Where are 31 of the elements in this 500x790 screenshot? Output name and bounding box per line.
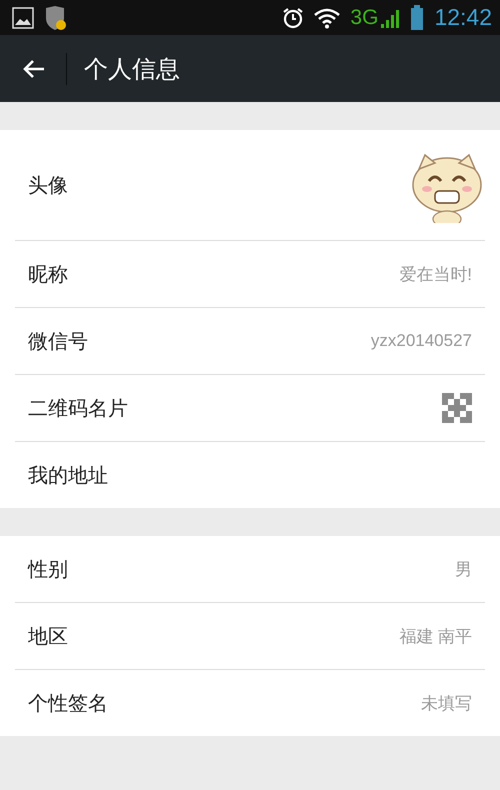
settings-row[interactable]: 头像 [15, 130, 485, 241]
row-label: 我的地址 [28, 462, 108, 488]
settings-row[interactable]: 我的地址 [15, 442, 485, 508]
settings-row[interactable]: 微信号 yzx20140527 [15, 308, 485, 375]
row-value: yzx20140527 [370, 331, 472, 351]
gallery-icon [12, 6, 34, 28]
wifi-icon [314, 6, 340, 28]
settings-row[interactable]: 性别 男 [15, 536, 485, 603]
row-label: 个性签名 [28, 690, 108, 716]
shield-icon [44, 4, 68, 30]
row-value: 爱在当时! [399, 264, 472, 286]
row-value: 男 [455, 558, 472, 580]
row-label: 头像 [28, 172, 68, 198]
row-label: 昵称 [28, 260, 68, 288]
settings-row[interactable]: 地区 福建 南平 [15, 603, 485, 670]
settings-row[interactable]: 二维码名片 [15, 375, 485, 442]
row-label: 二维码名片 [28, 394, 128, 422]
row-label: 地区 [28, 622, 68, 650]
qr-code-icon [442, 393, 472, 423]
alarm-icon [282, 6, 304, 28]
battery-icon [410, 4, 424, 30]
row-value: 未填写 [421, 692, 472, 714]
row-label: 性别 [28, 556, 68, 582]
row-value: 福建 南平 [399, 626, 472, 648]
settings-row[interactable]: 昵称 爱在当时! [15, 241, 485, 308]
page-title: 个人信息 [84, 54, 180, 84]
row-label: 微信号 [28, 328, 88, 354]
settings-row[interactable]: 个性签名 未填写 [15, 670, 485, 736]
back-arrow-icon[interactable] [22, 58, 46, 80]
network-type: 3G [350, 6, 378, 30]
clock-time: 12:42 [434, 4, 492, 31]
